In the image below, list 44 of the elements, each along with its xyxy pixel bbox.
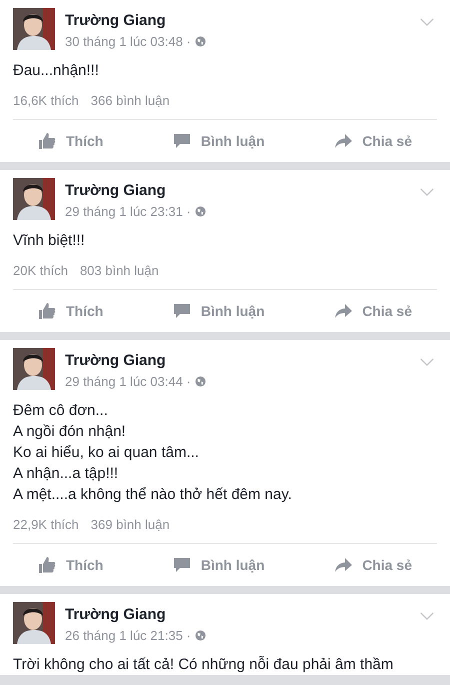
globe-icon bbox=[194, 36, 206, 47]
chevron-down-icon[interactable] bbox=[420, 18, 434, 26]
like-count[interactable]: 16,6K thích bbox=[13, 93, 79, 108]
like-button[interactable]: Thích bbox=[38, 128, 104, 154]
share-button[interactable]: Chia sẻ bbox=[334, 298, 412, 324]
comment-count[interactable]: 369 bình luận bbox=[90, 517, 170, 532]
post-time[interactable]: 29 tháng 1 lúc 03:44 · bbox=[65, 374, 191, 389]
share-button[interactable]: Chia sẻ bbox=[334, 552, 412, 578]
post-time[interactable]: 26 tháng 1 lúc 21:35 · bbox=[65, 628, 191, 643]
post-text: Đêm cô đơn... A ngồi đón nhận! Ko ai hiểu, ko ai quan tâm... A nhận...a tập!!! A mệt....a không thể nào thở hết đêm nay. bbox=[12, 401, 293, 505]
like-button[interactable]: Thích bbox=[38, 298, 104, 324]
speech-bubble-icon bbox=[172, 132, 191, 150]
thumbs-up-icon bbox=[38, 302, 56, 320]
post-text: Đau...nhận!!! bbox=[12, 61, 100, 81]
post-text: Trời không cho ai tất cả! Có những nỗi đau phải âm thầm bbox=[12, 655, 394, 675]
author-name[interactable]: Trường Giang bbox=[65, 12, 420, 29]
author-name[interactable]: Trường Giang bbox=[65, 352, 420, 369]
post-text: Vĩnh biệt!!! bbox=[12, 231, 86, 251]
chevron-down-icon[interactable] bbox=[420, 612, 434, 620]
share-arrow-icon bbox=[334, 132, 352, 150]
comment-button[interactable]: Bình luận bbox=[172, 298, 265, 324]
post-time[interactable]: 29 tháng 1 lúc 23:31 · bbox=[65, 204, 191, 219]
comment-button[interactable]: Bình luận bbox=[172, 552, 265, 578]
speech-bubble-icon bbox=[172, 302, 191, 320]
author-name[interactable]: Trường Giang bbox=[65, 182, 420, 199]
chevron-down-icon[interactable] bbox=[420, 188, 434, 196]
speech-bubble-icon bbox=[172, 556, 191, 574]
globe-icon bbox=[194, 630, 206, 641]
globe-icon bbox=[194, 376, 206, 387]
globe-icon bbox=[194, 206, 206, 217]
like-count[interactable]: 22,9K thích bbox=[13, 517, 79, 532]
like-count[interactable]: 20K thích bbox=[13, 263, 68, 278]
share-arrow-icon bbox=[334, 302, 352, 320]
thumbs-up-icon bbox=[38, 556, 56, 574]
author-name[interactable]: Trường Giang bbox=[65, 606, 420, 623]
thumbs-up-icon bbox=[38, 132, 56, 150]
comment-button[interactable]: Bình luận bbox=[172, 128, 265, 154]
share-button[interactable]: Chia sẻ bbox=[334, 128, 412, 154]
chevron-down-icon[interactable] bbox=[420, 358, 434, 366]
comment-count[interactable]: 366 bình luận bbox=[90, 93, 170, 108]
like-button[interactable]: Thích bbox=[38, 552, 104, 578]
comment-count[interactable]: 803 bình luận bbox=[80, 263, 159, 278]
share-arrow-icon bbox=[334, 556, 352, 574]
post-time[interactable]: 30 tháng 1 lúc 03:48 · bbox=[65, 34, 191, 49]
